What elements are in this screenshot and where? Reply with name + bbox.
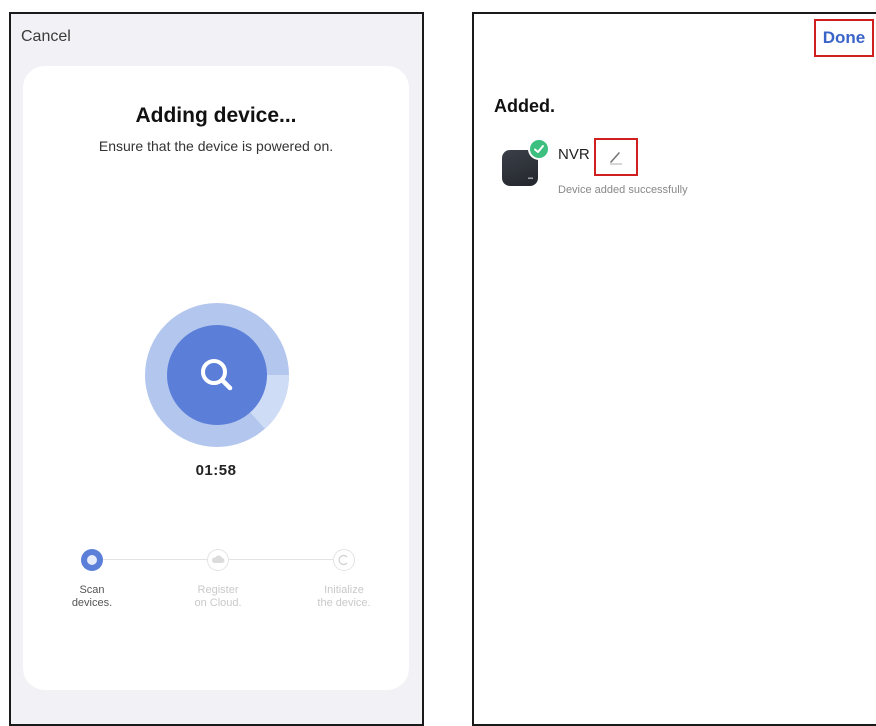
scanning-animation	[145, 303, 290, 447]
device-name: NVR	[558, 146, 590, 163]
adding-device-screen: Cancel Adding device... Ensure that the …	[9, 12, 424, 726]
page-subtitle: Ensure that the device is powered on.	[98, 138, 334, 154]
done-button[interactable]: Done	[814, 19, 874, 57]
scan-icon	[81, 549, 103, 571]
pencil-icon	[610, 152, 622, 165]
page-title: Adding device...	[135, 104, 297, 127]
step-label-scan: Scan devices.	[71, 584, 113, 609]
device-status: Device added successfully	[558, 184, 688, 196]
cloud-icon	[207, 549, 229, 571]
step-label-initialize: Initialize the device.	[317, 584, 371, 609]
page-title: Added.	[494, 96, 555, 116]
device-added-screen: Done Added. ▬ NVR Device added successfu…	[472, 12, 876, 726]
progress-card: Adding device... Ensure that the device …	[23, 66, 409, 690]
checkmark-icon	[528, 138, 550, 160]
step-label-register: Register on Cloud.	[194, 584, 242, 609]
countdown-timer: 01:58	[195, 462, 237, 479]
cancel-button[interactable]: Cancel	[21, 28, 71, 46]
initialize-icon	[333, 549, 355, 571]
edit-name-button[interactable]	[594, 138, 638, 176]
